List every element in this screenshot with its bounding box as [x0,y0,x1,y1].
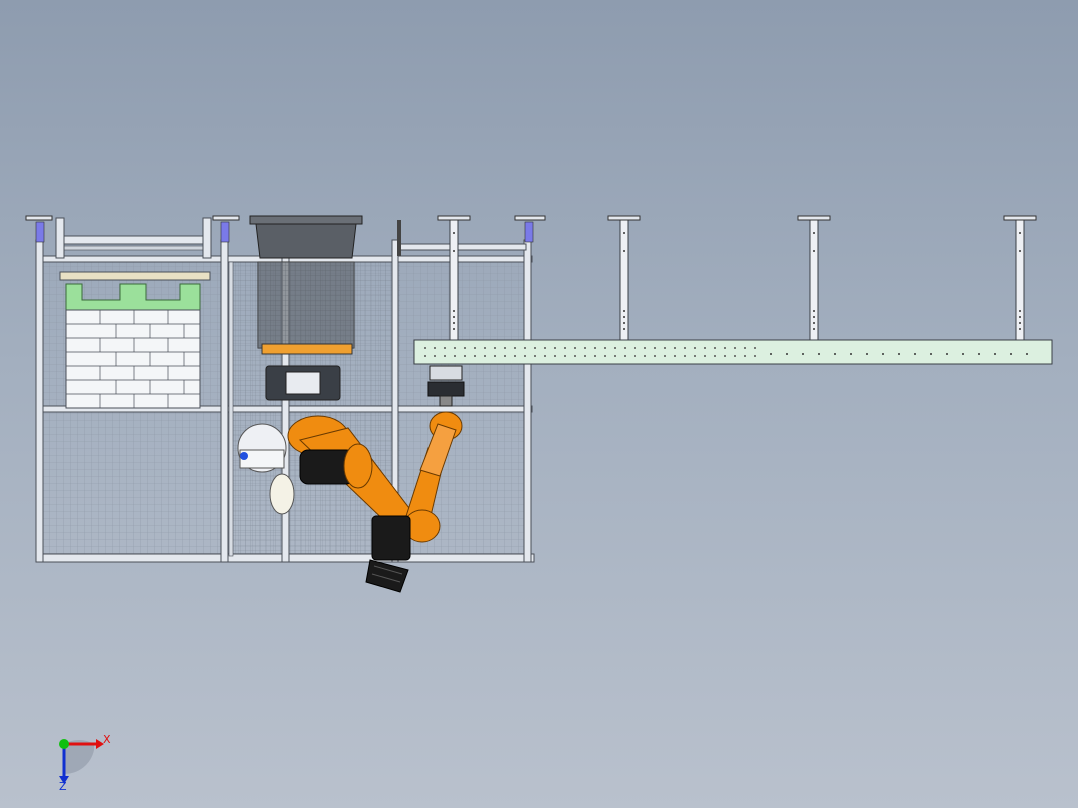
conveyor-perforation [418,344,758,360]
robot-joint [344,444,372,488]
gantry-beam-lower [62,246,207,250]
cad-scene [0,0,1078,808]
fence-post [524,240,531,562]
pallet-stack [60,272,210,408]
robot-counterweight [372,516,410,560]
machine-base [262,344,352,354]
machine-lid [250,216,362,224]
fence-post [36,240,43,562]
gantry-upright [203,218,211,258]
bracket-accent [525,222,533,242]
bracket-accent [221,222,229,242]
gantry-upright [56,218,64,258]
hanger-cap [608,216,640,220]
gantry-cap [515,216,545,220]
gantry-beam [62,236,207,244]
hanger-cap [438,216,470,220]
hanger-cap [798,216,830,220]
robot-tool [366,560,408,592]
sensor-mast [397,220,401,256]
machine-column-fill [258,262,354,348]
bracket-accent [36,222,44,242]
gantry-cap [213,216,239,220]
x-axis-label: X [103,734,111,745]
motor-face [286,372,320,394]
cad-viewport[interactable]: X Z [0,0,1078,808]
box-stack [66,310,200,408]
pallet-rail [60,272,210,280]
fence-post [221,240,228,562]
gantry-beam-right [400,244,526,250]
hanger-cap [1004,216,1036,220]
machine-body [256,224,356,258]
z-axis-label: Z [59,781,67,792]
gantry-cap [26,216,52,220]
fence-inner-post [229,262,233,556]
view-triad-icon [59,739,104,784]
